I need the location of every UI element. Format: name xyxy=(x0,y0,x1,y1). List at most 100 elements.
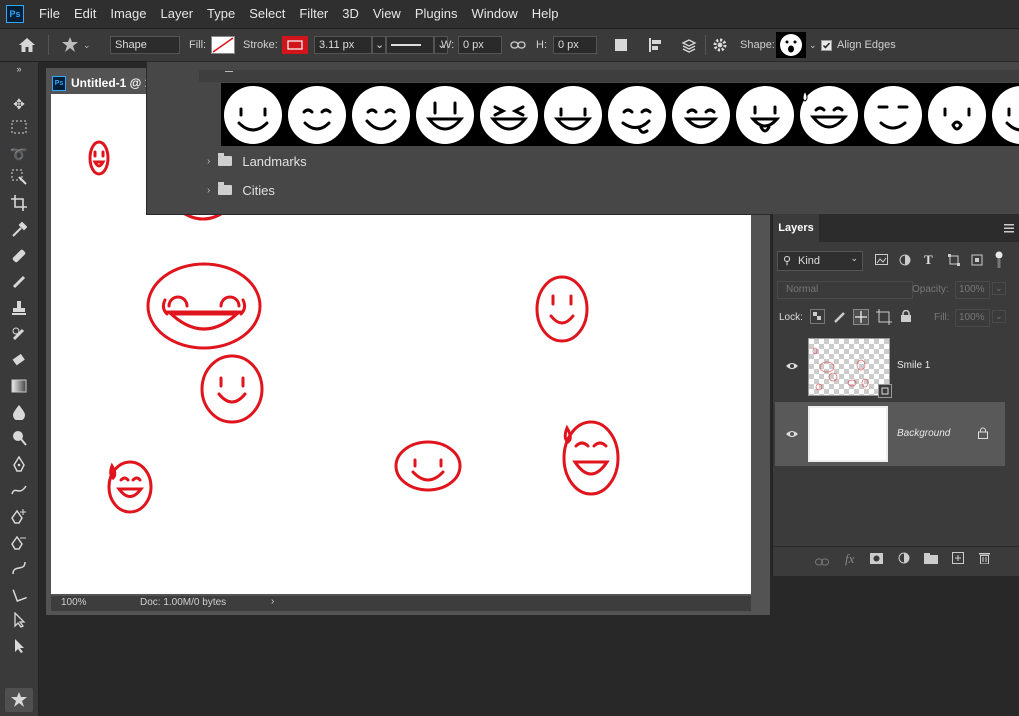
shape-picker-button[interactable]: ⌄ xyxy=(776,29,817,61)
path-alignment-icon[interactable] xyxy=(647,29,663,61)
direct-selection-tool-icon[interactable] xyxy=(9,638,29,658)
path-operations-icon[interactable] xyxy=(614,29,628,61)
eraser-tool-icon[interactable] xyxy=(9,352,29,372)
align-edges-checkbox[interactable]: Align Edges xyxy=(821,29,896,61)
menu-window[interactable]: Window xyxy=(464,0,524,28)
lock-position-icon[interactable] xyxy=(853,309,869,328)
menu-file[interactable]: File xyxy=(32,0,67,28)
clone-stamp-tool-icon[interactable] xyxy=(9,300,29,320)
adjustment-layer-icon[interactable] xyxy=(898,552,910,567)
layer-name[interactable]: Background xyxy=(897,428,950,439)
filter-toggle[interactable] xyxy=(995,251,1003,272)
layer-name[interactable]: Smile 1 xyxy=(897,360,930,371)
filter-kind-select[interactable]: ⚲ Kind ⌄ xyxy=(777,251,863,271)
new-layer-icon[interactable] xyxy=(952,552,964,567)
emoji-shape-thumbnail[interactable] xyxy=(287,85,347,145)
menu-help[interactable]: Help xyxy=(525,0,566,28)
emoji-shape-thumbnail[interactable] xyxy=(671,85,731,145)
fill-swatch[interactable] xyxy=(211,29,235,61)
path-selection-tool-icon[interactable] xyxy=(9,611,29,632)
menu-3d[interactable]: 3D xyxy=(335,0,366,28)
gradient-tool-icon[interactable] xyxy=(9,378,29,398)
emoji-shape-thumbnail[interactable] xyxy=(735,85,795,145)
folder-cities[interactable]: › Cities xyxy=(207,179,275,201)
pen-tool-icon[interactable] xyxy=(9,455,29,476)
folder-landmarks[interactable]: › Landmarks xyxy=(207,150,307,172)
custom-shape-tool-icon[interactable] xyxy=(5,688,33,712)
lock-icon[interactable] xyxy=(978,427,988,442)
new-group-icon[interactable] xyxy=(924,553,938,567)
width-input[interactable]: 0 px xyxy=(458,29,502,61)
photoshop-logo[interactable]: Ps xyxy=(6,5,24,23)
crop-tool-icon[interactable] xyxy=(9,195,29,215)
menu-filter[interactable]: Filter xyxy=(292,0,335,28)
menu-image[interactable]: Image xyxy=(103,0,153,28)
chevron-down-icon[interactable]: ⌄ xyxy=(372,36,386,54)
menu-select[interactable]: Select xyxy=(242,0,292,28)
emoji-shape-thumbnail[interactable] xyxy=(479,85,539,145)
lock-artboard-icon[interactable] xyxy=(876,309,892,328)
custom-shape-tool-preset-icon[interactable]: ⌄ xyxy=(60,29,91,61)
chevron-right-icon[interactable]: › xyxy=(271,596,274,607)
menu-view[interactable]: View xyxy=(366,0,408,28)
healing-brush-tool-icon[interactable] xyxy=(9,248,29,268)
adjustment-filter-icon[interactable] xyxy=(899,254,911,269)
document-info[interactable]: Doc: 1.00M/0 bytes xyxy=(140,597,226,608)
stroke-swatch[interactable] xyxy=(282,29,308,61)
emoji-shape-thumbnail[interactable] xyxy=(863,85,923,145)
history-brush-tool-icon[interactable] xyxy=(9,326,29,346)
emoji-shape-thumbnail[interactable] xyxy=(415,85,475,145)
lasso-tool-icon[interactable]: ➰ xyxy=(9,144,29,164)
eyedropper-tool-icon[interactable] xyxy=(9,221,29,242)
fill-input[interactable]: 100% xyxy=(955,309,990,327)
lock-image-pixels-icon[interactable] xyxy=(833,310,847,327)
link-icon[interactable] xyxy=(510,29,526,61)
blend-mode-select[interactable]: Normal xyxy=(777,281,913,299)
tab-layers[interactable]: Layers xyxy=(773,214,819,242)
shape-filter-icon[interactable] xyxy=(948,254,960,269)
stroke-type-select[interactable]: ⌄ xyxy=(386,29,448,61)
emoji-shape-thumbnail[interactable] xyxy=(223,85,283,145)
tool-mode-select[interactable]: Shape xyxy=(110,29,180,61)
emoji-shape-thumbnail[interactable] xyxy=(927,85,987,145)
menu-edit[interactable]: Edit xyxy=(67,0,103,28)
layer-style-icon[interactable]: fx xyxy=(845,551,854,567)
menu-plugins[interactable]: Plugins xyxy=(408,0,465,28)
marquee-tool-icon[interactable] xyxy=(9,119,29,139)
quick-selection-tool-icon[interactable] xyxy=(9,169,29,189)
add-anchor-point-tool-icon[interactable] xyxy=(9,508,29,528)
home-icon[interactable] xyxy=(18,29,36,61)
type-filter-icon[interactable]: T xyxy=(924,252,933,268)
pixel-filter-icon[interactable] xyxy=(875,254,888,268)
document-tab[interactable]: Ps Untitled-1 @ 1 xyxy=(46,72,158,94)
emoji-shape-thumbnail[interactable] xyxy=(543,85,603,145)
stroke-width-input[interactable]: 3.11 px ⌄ xyxy=(314,29,386,61)
lock-transparent-pixels-icon[interactable] xyxy=(810,309,825,327)
trash-icon[interactable] xyxy=(979,552,990,567)
link-layers-icon[interactable] xyxy=(815,555,829,569)
lock-all-icon[interactable] xyxy=(900,309,912,326)
opacity-input[interactable]: 100% xyxy=(955,281,990,299)
add-mask-icon[interactable] xyxy=(870,553,883,567)
layer-row-background[interactable]: Background xyxy=(775,402,1005,466)
chevron-down-icon[interactable]: ⌄ xyxy=(992,282,1006,295)
emoji-shape-thumbnail[interactable] xyxy=(607,85,667,145)
brush-tool-icon[interactable] xyxy=(9,274,29,294)
eye-icon[interactable] xyxy=(785,428,799,440)
panel-menu-icon[interactable] xyxy=(1004,222,1014,236)
emoji-shape-thumbnail[interactable] xyxy=(991,85,1019,145)
zoom-level[interactable]: 100% xyxy=(61,597,87,608)
gear-icon[interactable] xyxy=(712,29,728,61)
dodge-tool-icon[interactable] xyxy=(9,430,29,450)
eye-icon[interactable] xyxy=(785,360,799,372)
freeform-pen-tool-icon[interactable] xyxy=(9,482,29,502)
chevron-down-icon[interactable]: ⌄ xyxy=(992,310,1006,323)
move-tool-icon[interactable]: ✥ xyxy=(9,94,29,114)
smart-object-filter-icon[interactable] xyxy=(971,254,983,269)
menu-layer[interactable]: Layer xyxy=(154,0,201,28)
path-arrangement-icon[interactable] xyxy=(680,29,698,61)
collapse-panel-icon[interactable]: » xyxy=(9,64,29,74)
curvature-pen-tool-icon[interactable] xyxy=(9,560,29,580)
blur-tool-icon[interactable] xyxy=(9,404,29,424)
height-input[interactable]: 0 px xyxy=(553,29,597,61)
